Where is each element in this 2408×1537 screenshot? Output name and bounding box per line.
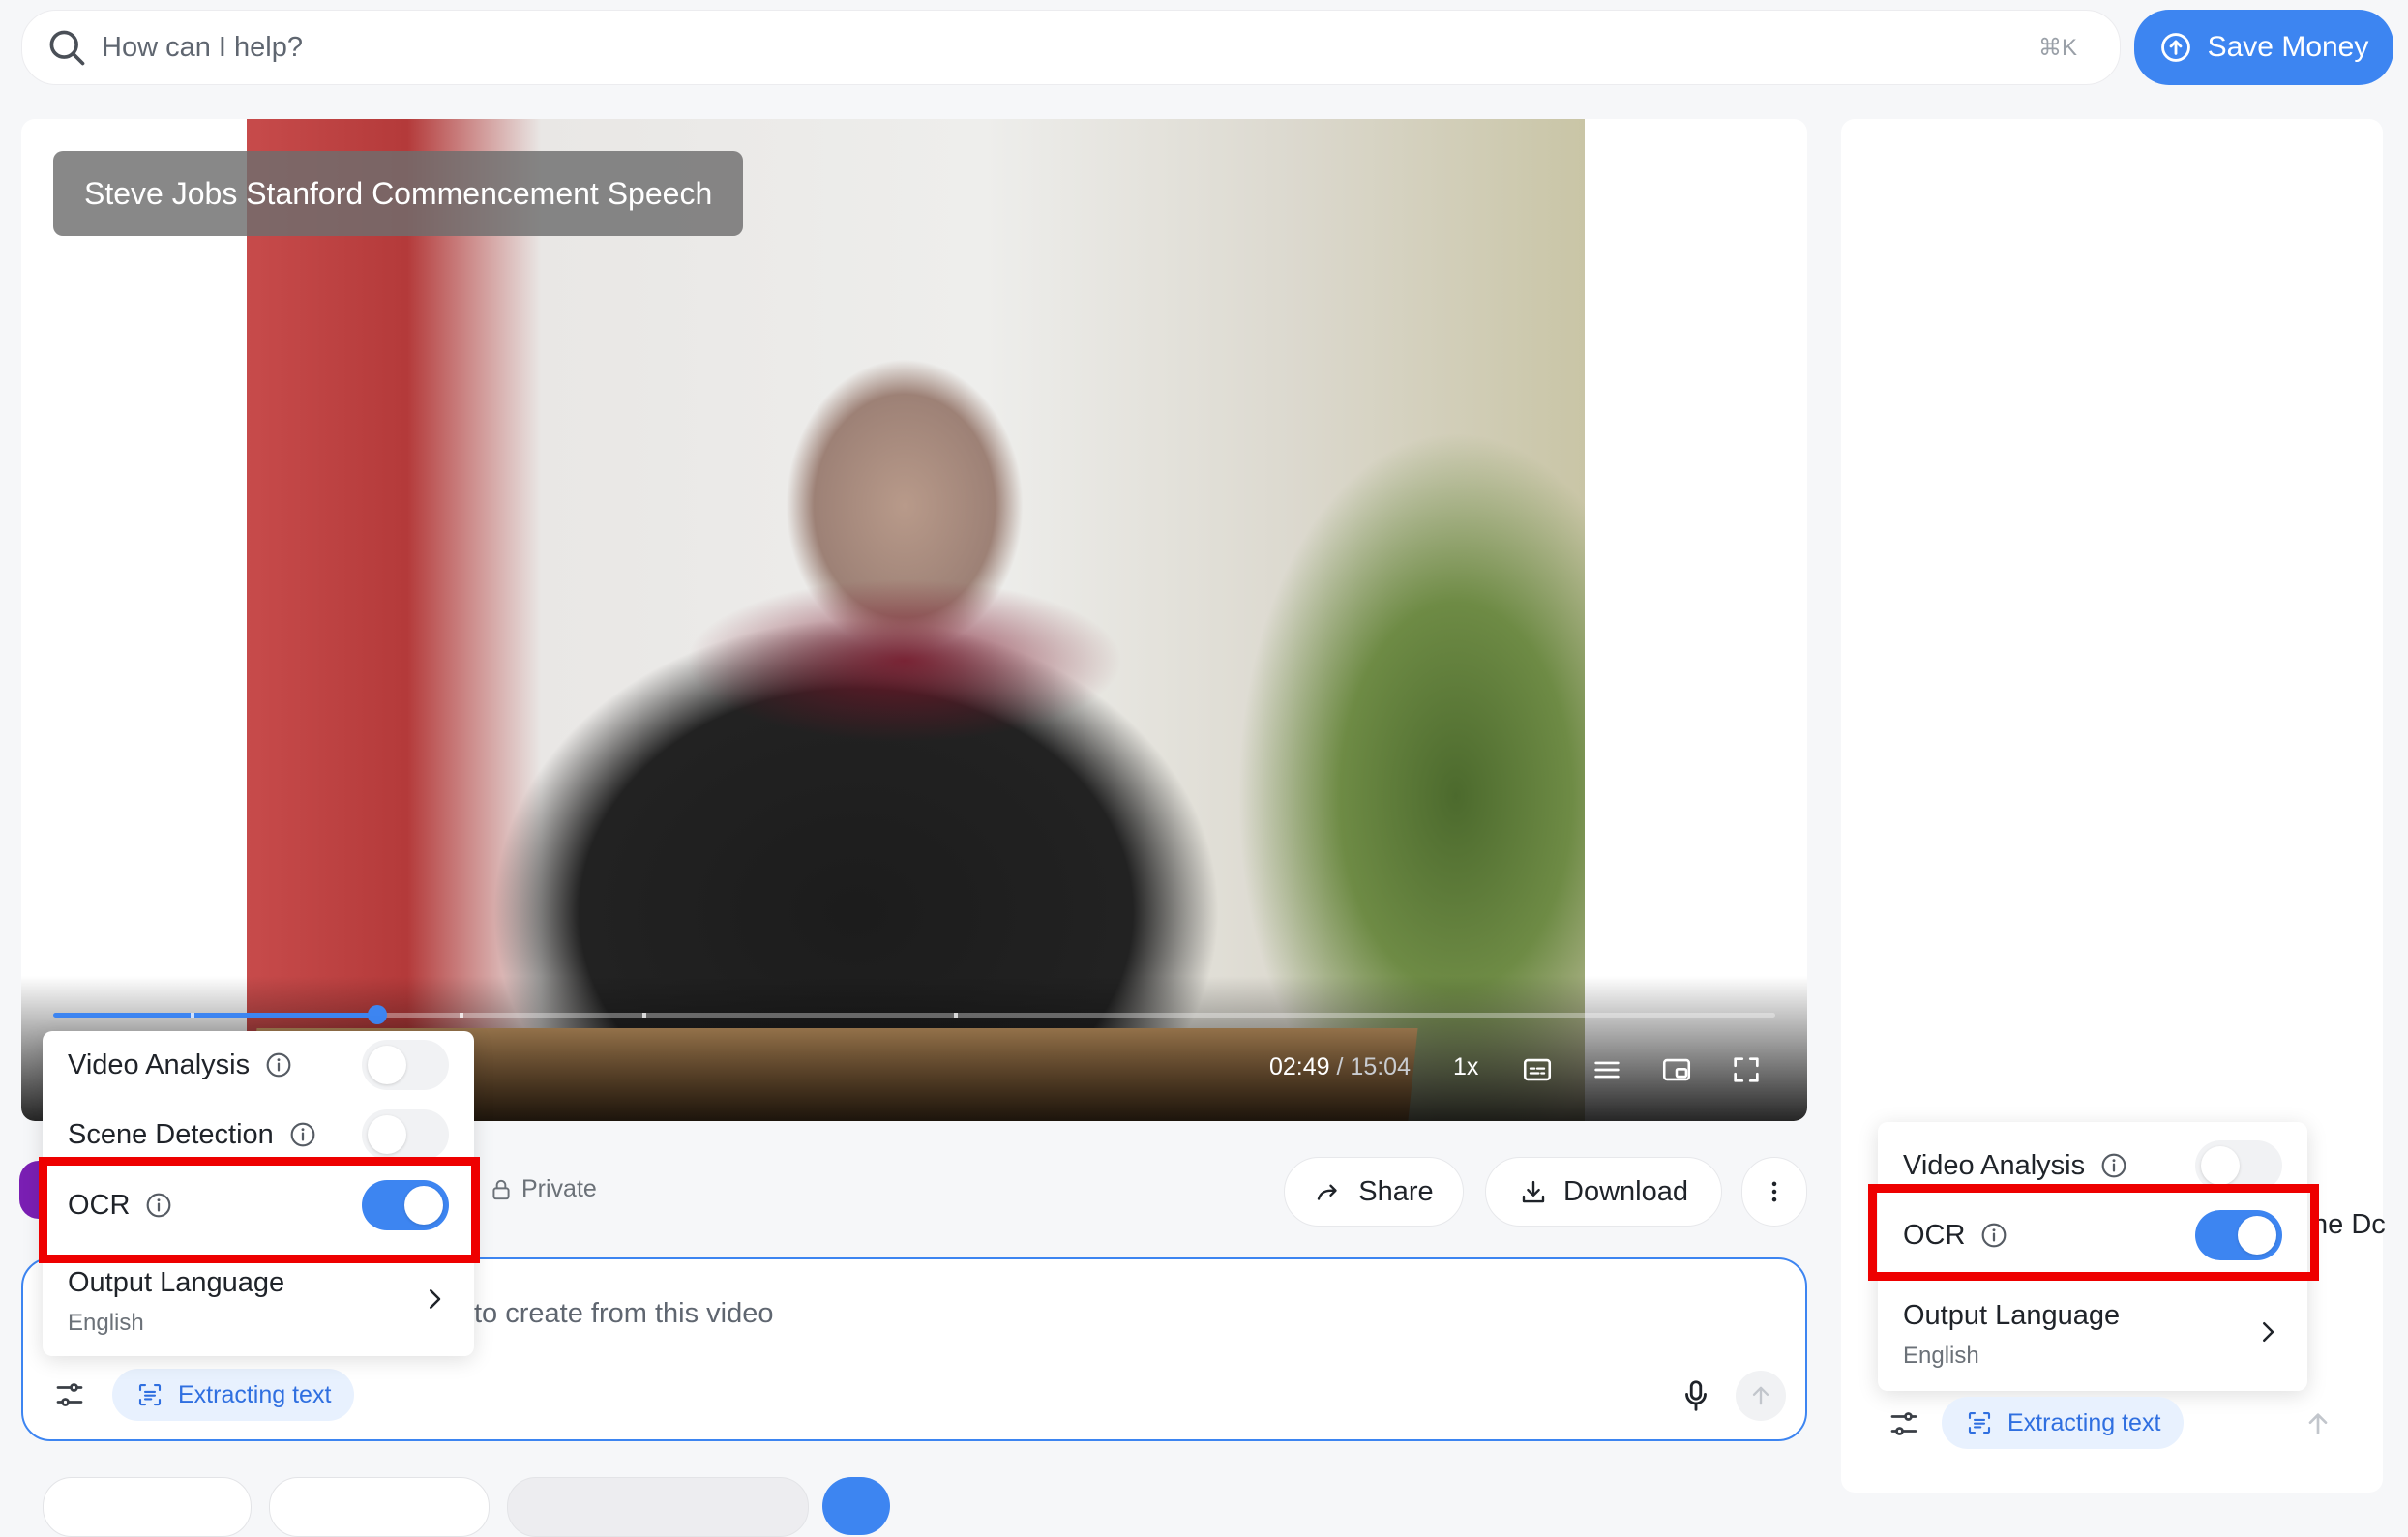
video-title: Steve Jobs Stanford Commencement Speech (53, 151, 744, 236)
captions-icon[interactable] (1521, 1053, 1554, 1086)
share-button[interactable]: Share (1284, 1157, 1464, 1227)
suggestion-chip[interactable] (269, 1477, 490, 1537)
suggestion-chip[interactable] (43, 1477, 252, 1537)
save-money-label: Save Money (2207, 31, 2369, 63)
chapters-menu-icon[interactable] (1590, 1053, 1623, 1086)
video-frame[interactable] (247, 119, 1585, 1121)
download-icon (1522, 1180, 1545, 1203)
save-money-button[interactable]: Save Money (2134, 10, 2393, 85)
video-analysis-row[interactable]: Video Analysis (43, 1031, 474, 1099)
output-language-value: English (68, 1310, 144, 1336)
output-language-row[interactable]: Output Language English (1878, 1288, 2307, 1385)
scan-text-icon (138, 1383, 162, 1406)
video-analysis-toggle[interactable] (362, 1040, 449, 1090)
ocr-highlight-box (39, 1157, 480, 1263)
output-language-label: Output Language (68, 1267, 285, 1298)
lock-icon (492, 1179, 510, 1199)
send-button[interactable] (1736, 1371, 1786, 1421)
time-display: 02:49 / 15:04 (1269, 1053, 1411, 1081)
output-language-value: English (1903, 1343, 1979, 1369)
video-analysis-label: Video Analysis (68, 1049, 251, 1080)
more-vertical-icon (1771, 1181, 1777, 1202)
chapter-marker (191, 1013, 195, 1018)
progress-bar[interactable] (53, 1005, 1775, 1024)
chevron-right-icon (430, 1289, 441, 1309)
arrow-up-circle-icon (2160, 33, 2190, 62)
output-language-label: Output Language (1903, 1300, 2121, 1331)
privacy-status[interactable]: Private (489, 1175, 597, 1203)
share-label: Share (1358, 1175, 1434, 1207)
search-input[interactable]: How can I help? (102, 32, 303, 64)
privacy-label: Private (521, 1175, 597, 1202)
playback-speed-button[interactable]: 1x (1453, 1053, 1478, 1081)
download-label: Download (1563, 1175, 1688, 1207)
output-language-row[interactable]: Output Language English (43, 1256, 474, 1352)
time-separator: / (1336, 1053, 1344, 1080)
arrow-up-icon[interactable] (2303, 1408, 2334, 1439)
chapter-marker (953, 1013, 958, 1018)
info-icon[interactable] (263, 1049, 294, 1080)
info-icon[interactable] (287, 1119, 318, 1150)
extracting-text-label: Extracting text (178, 1380, 332, 1408)
settings-sliders-icon[interactable] (1887, 1406, 1921, 1441)
search-bar[interactable]: How can I help? ⌘K (21, 10, 2121, 85)
chapter-marker (641, 1013, 646, 1018)
progress-fill (53, 1013, 377, 1018)
arrow-up-icon (1752, 1386, 1769, 1405)
chevron-right-icon (2263, 1322, 2274, 1342)
download-button[interactable]: Download (1485, 1157, 1722, 1227)
video-player[interactable]: Steve Jobs Stanford Commencement Speech … (21, 119, 1807, 1121)
prompt-input[interactable]: to create from this video (474, 1298, 773, 1330)
share-arrow-icon (1318, 1184, 1337, 1200)
duration: 15:04 (1350, 1053, 1411, 1080)
fullscreen-icon[interactable] (1730, 1053, 1763, 1086)
progress-scrubber[interactable] (367, 1005, 387, 1024)
suggestion-action-button[interactable] (822, 1477, 890, 1535)
extracting-text-label: Extracting text (2007, 1408, 2161, 1436)
shortcut-hint: ⌘K (2037, 34, 2077, 61)
more-options-button[interactable] (1741, 1157, 1807, 1227)
chapter-marker (460, 1013, 464, 1018)
extracting-text-chip[interactable]: Extracting text (1942, 1397, 2185, 1449)
suggestion-chip[interactable] (507, 1477, 809, 1537)
scene-detection-toggle[interactable] (362, 1109, 449, 1160)
search-icon (49, 30, 85, 66)
picture-in-picture-icon[interactable] (1660, 1053, 1693, 1086)
clipped-panel-text: ne Dc (2312, 1209, 2386, 1240)
info-icon[interactable] (2098, 1150, 2129, 1181)
scene-detection-label: Scene Detection (68, 1118, 274, 1150)
microphone-icon[interactable] (1678, 1377, 1714, 1414)
settings-sliders-icon[interactable] (52, 1377, 87, 1412)
extracting-text-chip[interactable]: Extracting text (112, 1369, 355, 1421)
video-analysis-label: Video Analysis (1903, 1149, 2086, 1181)
current-time: 02:49 (1269, 1053, 1330, 1080)
scan-text-icon (1968, 1411, 1991, 1434)
ocr-highlight-box (1868, 1184, 2319, 1281)
